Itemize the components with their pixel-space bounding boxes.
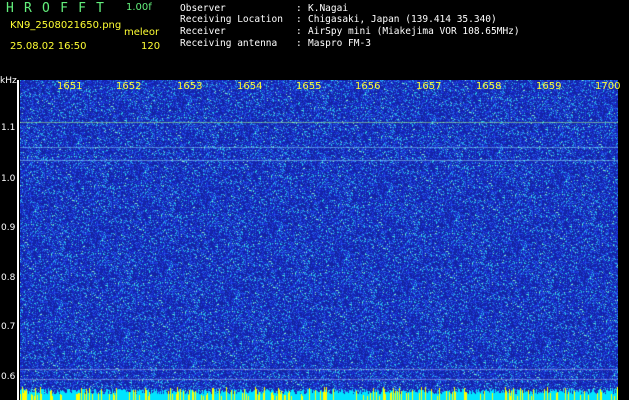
x-tick-label: 1651	[57, 81, 83, 92]
x-tick-label: 1653	[177, 81, 203, 92]
y-tick-label: 0.6	[1, 372, 16, 382]
location-row: Receiving Location: Chigasaki, Japan (139…	[180, 15, 497, 25]
app-title: HROFFT	[6, 1, 115, 16]
location-value: Chigasaki, Japan (139.414 35.340)	[308, 14, 497, 25]
mode-value: 120	[141, 41, 161, 52]
mode-label: meleor	[124, 27, 160, 38]
version-label: 1.00f	[126, 2, 152, 13]
antenna-value: Maspro FM-3	[308, 38, 371, 49]
datetime-label: 25.08.02 16:50	[10, 41, 87, 52]
y-axis-line	[17, 80, 19, 400]
receiver-separator: :	[296, 26, 302, 37]
receiver-label: Receiver	[180, 26, 226, 37]
spectrogram-plot[interactable]	[20, 80, 618, 400]
x-tick-label: 1655	[296, 81, 322, 92]
y-tick-label: 0.9	[1, 223, 16, 233]
observer-row: Observer: K.Nagai	[180, 4, 348, 14]
x-tick-label: 1659	[536, 81, 562, 92]
y-tick-label: 0.8	[1, 273, 16, 283]
x-tick-label: 1657	[416, 81, 442, 92]
antenna-separator: :	[296, 38, 302, 49]
x-tick-label: 1652	[116, 81, 142, 92]
x-tick-label: 1656	[355, 81, 381, 92]
x-tick-label: 1654	[237, 81, 263, 92]
y-tick-label: 1.0	[1, 174, 16, 184]
observer-separator: :	[296, 3, 302, 14]
observer-value: K.Nagai	[308, 3, 349, 14]
antenna-row: Receiving antenna: Maspro FM-3	[180, 39, 371, 49]
y-tick-label: 1.1	[1, 123, 16, 133]
filename-label: KN9_2508021650.png	[10, 20, 122, 31]
x-tick-label: 1658	[476, 81, 502, 92]
hrofft-window: HROFFT 1.00f KN9_2508021650.png 25.08.02…	[0, 0, 629, 400]
spectrogram-canvas[interactable]	[20, 80, 618, 400]
antenna-label: Receiving antenna	[180, 38, 278, 49]
y-axis-unit: kHz	[0, 76, 17, 86]
receiver-row: Receiver: AirSpy mini (Miakejima VOR 108.…	[180, 27, 520, 37]
y-tick-label: 0.7	[1, 322, 16, 332]
x-tick-label: 1700	[595, 81, 621, 92]
receiver-value: AirSpy mini (Miakejima VOR 108.65MHz)	[308, 26, 520, 37]
location-separator: :	[296, 14, 302, 25]
location-label: Receiving Location	[180, 14, 283, 25]
observer-label: Observer	[180, 3, 226, 14]
